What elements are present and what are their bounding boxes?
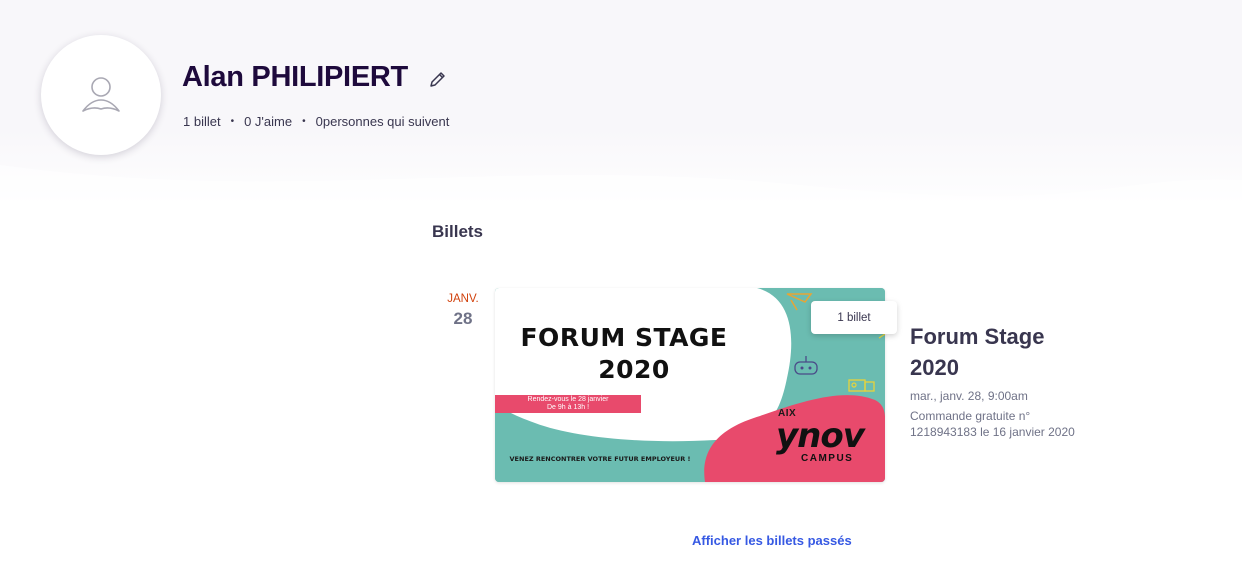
poster-rdv-line: Rendez-vous le 28 janvier — [527, 396, 609, 403]
poster-tagline: VENEZ RENCONTRER VOTRE FUTUR EMPLOYEUR ! — [509, 455, 691, 463]
event-datetime: mar., janv. 28, 9:00am — [910, 389, 1028, 403]
separator-dot: • — [302, 116, 306, 127]
event-date-month: JANV. — [447, 293, 479, 305]
profile-name-row: Alan PHILIPIERT — [182, 61, 448, 94]
poster-title: FORUM STAGE 2020 — [495, 322, 753, 386]
tickets-section-title: Billets — [432, 222, 484, 241]
poster-brand-suffix: CAMPUS — [801, 453, 854, 464]
past-tickets-link[interactable]: Afficher les billets passés — [692, 533, 852, 548]
poster-rdv-time: De 9h à 13h ! — [546, 404, 590, 411]
pencil-icon[interactable] — [428, 69, 448, 89]
event-date: JANV. 28 — [440, 293, 486, 329]
event-order-info: Commande gratuite n° 1218943183 le 16 ja… — [910, 409, 1075, 439]
avatar — [41, 35, 161, 155]
poster-title-year: 2020 — [598, 355, 670, 384]
event-title[interactable]: Forum Stage 2020 — [910, 321, 1090, 383]
profile-name: Alan PHILIPIERT — [182, 61, 408, 93]
stat-likes: 0 J'aime — [244, 114, 293, 129]
profile-header-background — [0, 0, 1242, 215]
poster-title-line: FORUM STAGE — [520, 323, 728, 352]
stat-tickets: 1 billet — [183, 114, 221, 129]
user-placeholder-icon — [82, 77, 120, 112]
poster-date-banner: Rendez-vous le 28 janvier De 9h à 13h ! — [495, 395, 641, 413]
ticket-count-badge: 1 billet — [811, 301, 897, 334]
event-date-day: 28 — [453, 309, 473, 328]
poster-brand-logo: ynov — [776, 416, 865, 456]
profile-stats: 1 billet • 0 J'aime • 0personnes qui sui… — [183, 114, 449, 129]
stat-followers: 0personnes qui suivent — [315, 114, 450, 129]
separator-dot: • — [230, 116, 235, 127]
